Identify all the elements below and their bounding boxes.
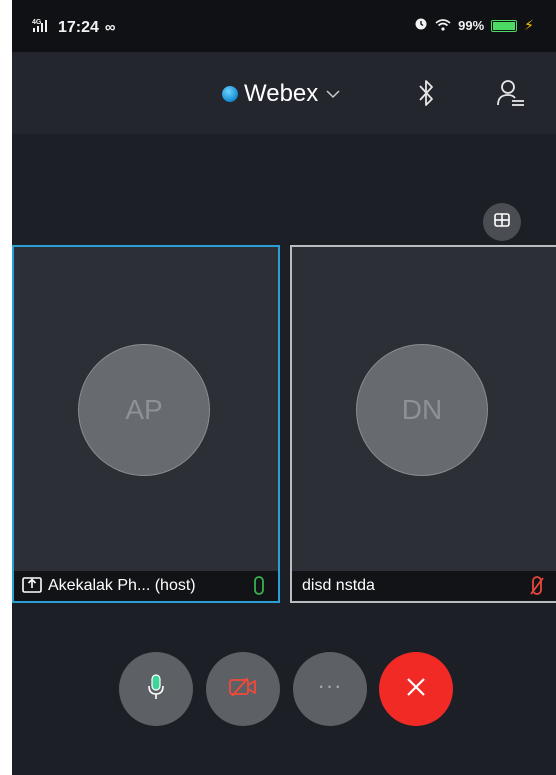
chevron-down-icon <box>326 86 340 102</box>
avatar: AP <box>78 344 210 476</box>
participants-icon <box>496 78 526 113</box>
avatar: DN <box>356 344 488 476</box>
meeting-controls: ··· <box>12 652 556 726</box>
battery-icon <box>491 19 518 32</box>
infinity-icon: ∞ <box>104 19 116 36</box>
participant-name: Akekalak Ph... (host) <box>48 577 196 594</box>
svg-text:4G: 4G <box>32 19 42 26</box>
participant-tile[interactable]: DN disd nstda <box>290 245 556 603</box>
bluetooth-icon <box>417 78 435 113</box>
webex-menu[interactable]: Webex <box>222 80 340 108</box>
grid-view-icon <box>494 212 510 232</box>
layout-toggle-button[interactable] <box>483 203 521 241</box>
bluetooth-button[interactable] <box>409 78 443 112</box>
more-icon: ··· <box>317 673 343 698</box>
status-bar: 4G 17:24 ∞ 99% ⚡ <box>12 0 556 52</box>
participant-name: disd nstda <box>302 577 375 594</box>
more-options-button[interactable]: ··· <box>293 652 367 726</box>
battery-percent: 99% <box>458 18 485 33</box>
microphone-icon <box>252 576 266 601</box>
microphone-muted-icon <box>530 576 544 601</box>
leave-meeting-button[interactable] <box>379 652 453 726</box>
participant-name-bar: Akekalak Ph... (host) <box>14 571 278 601</box>
status-time: 17:24 <box>58 18 99 36</box>
mute-button[interactable] <box>119 652 193 726</box>
charging-icon: ⚡ <box>524 17 534 33</box>
participant-tile[interactable]: AP Akekalak Ph... (host) <box>12 245 280 603</box>
meeting-screen: 4G 17:24 ∞ 99% ⚡ Webex AP Akekalak Ph...… <box>12 0 556 775</box>
battery-fill <box>493 21 515 30</box>
signal-icon: 4G <box>32 17 52 38</box>
app-header: Webex <box>12 52 556 134</box>
participants-button[interactable] <box>494 78 528 112</box>
alarm-icon <box>414 17 428 34</box>
status-left: 4G 17:24 ∞ <box>32 17 116 38</box>
wifi-icon <box>435 18 451 34</box>
video-off-icon <box>228 676 258 703</box>
app-name: Webex <box>244 80 319 107</box>
participant-name-bar: disd nstda <box>292 571 556 601</box>
status-right: 99% ⚡ <box>414 17 534 34</box>
close-icon <box>404 675 428 704</box>
microphone-icon <box>147 673 165 705</box>
webex-logo-icon <box>222 86 238 102</box>
share-screen-icon <box>22 575 42 598</box>
video-button[interactable] <box>206 652 280 726</box>
